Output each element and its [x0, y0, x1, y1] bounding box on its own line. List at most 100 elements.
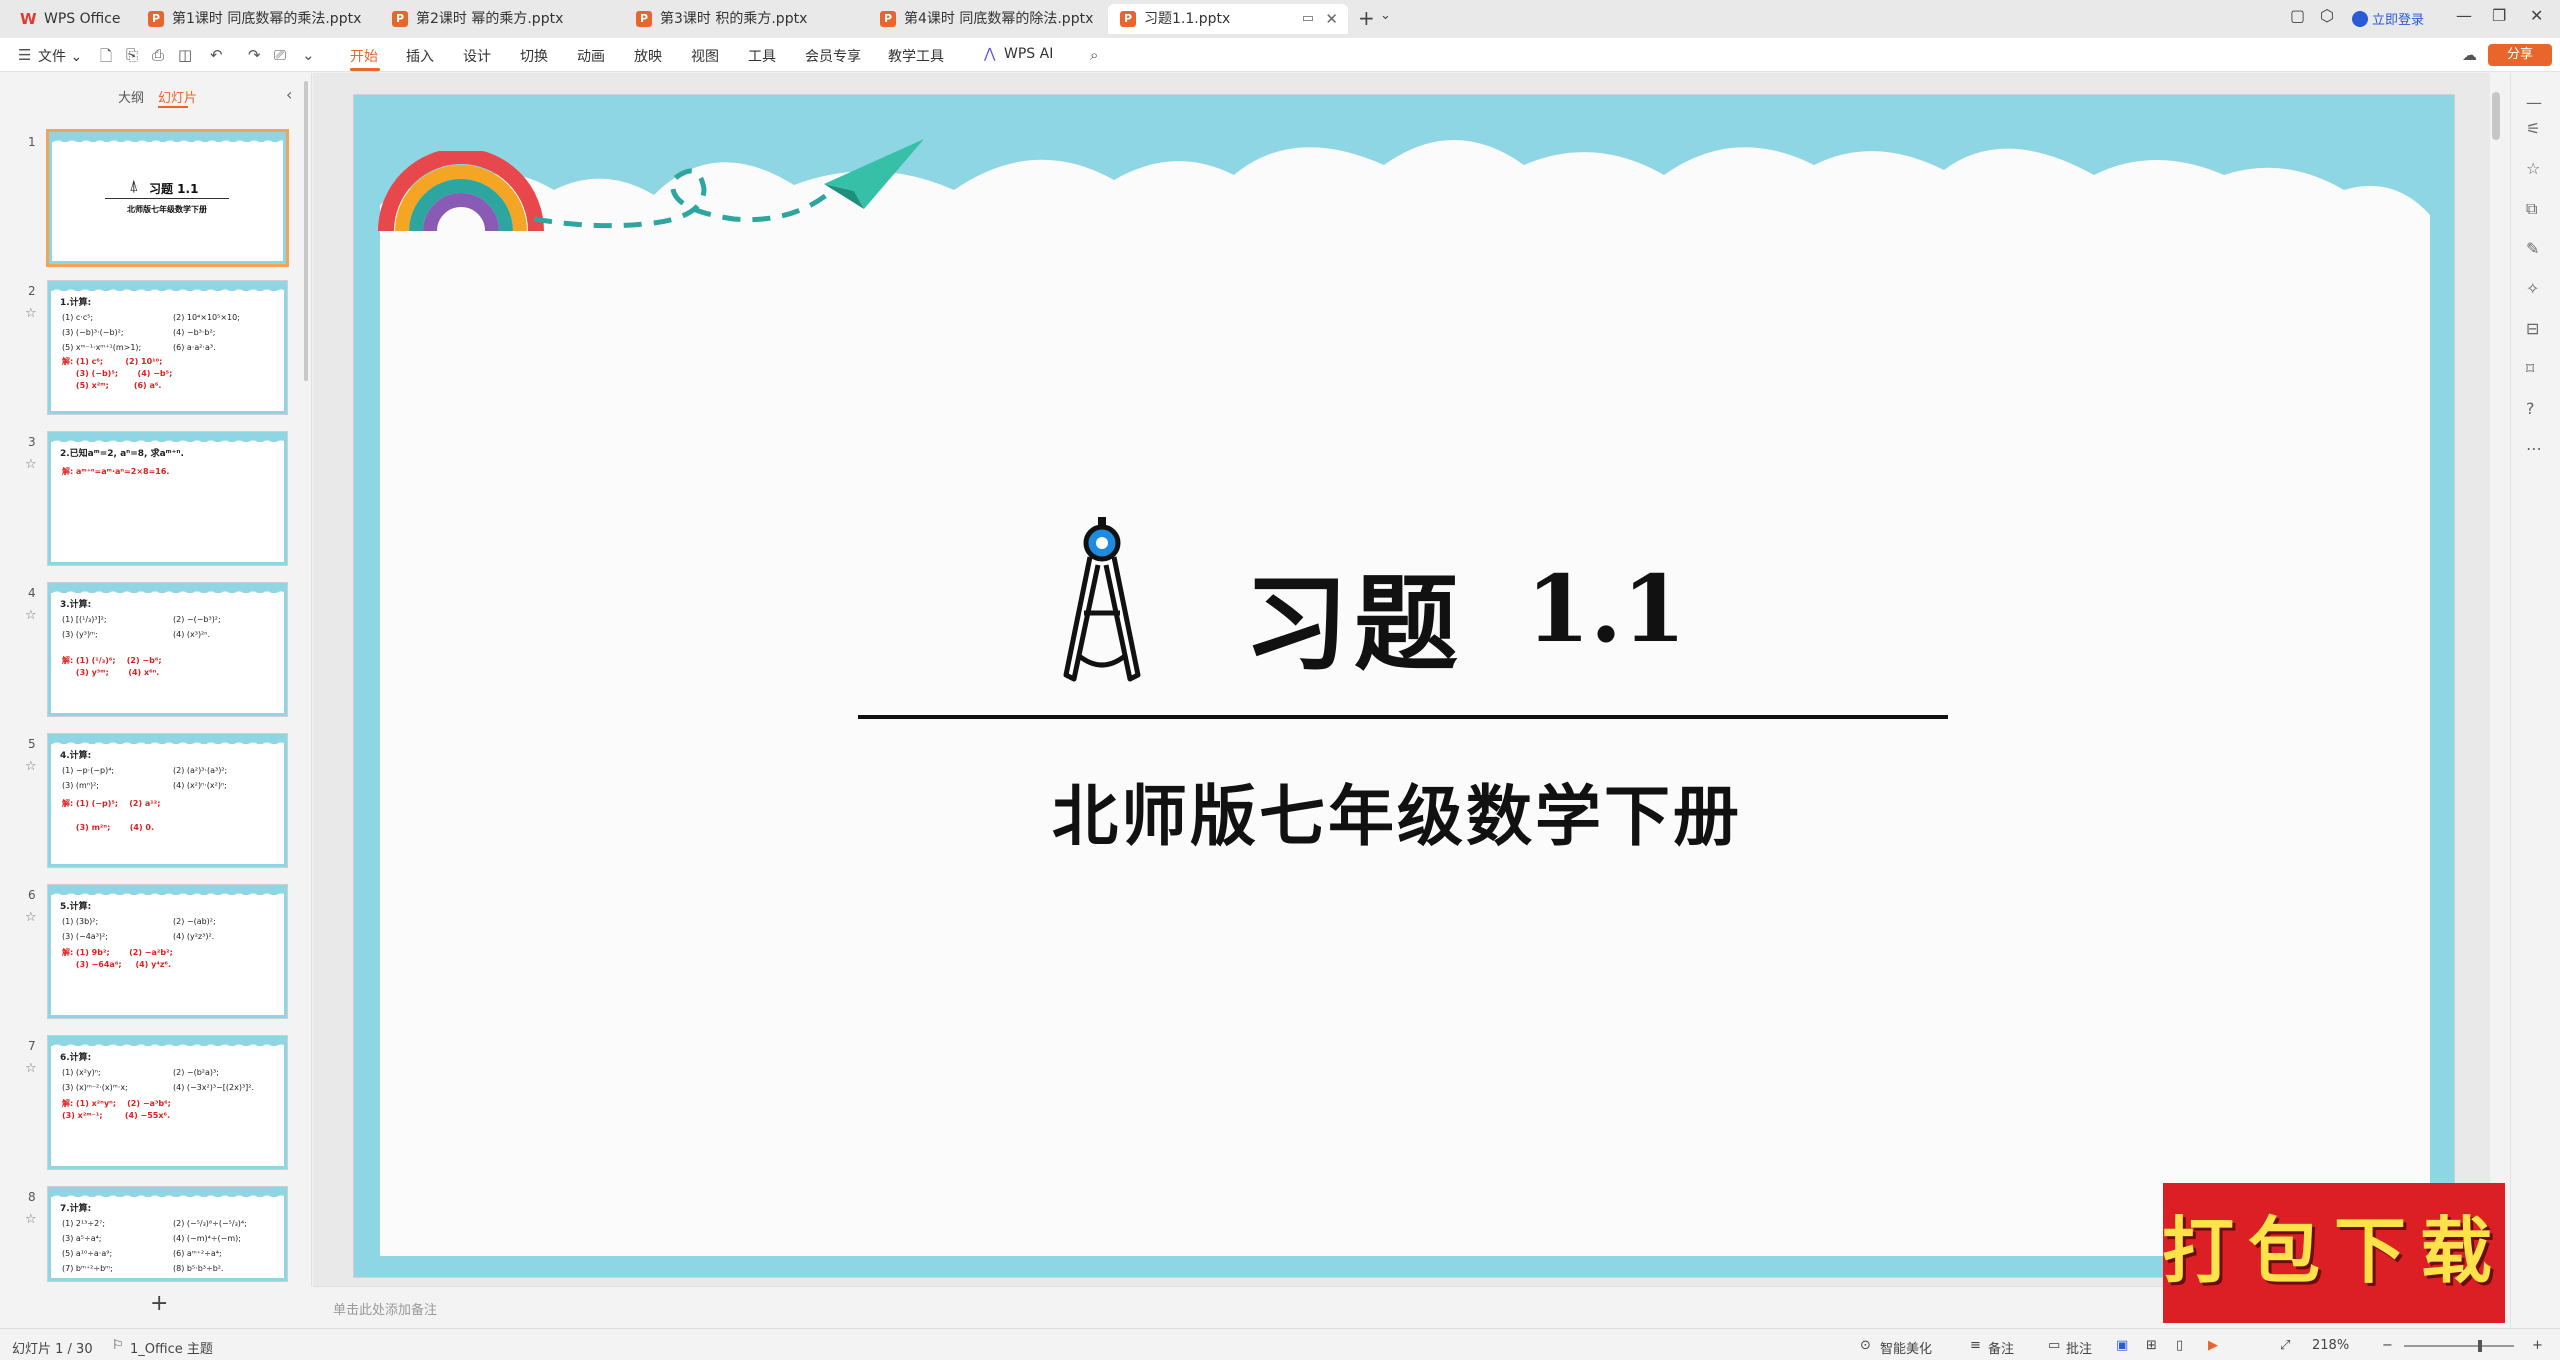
menu-teaching-tools[interactable]: 教学工具 — [888, 46, 944, 66]
bookmark-icon[interactable]: ⌑ — [2526, 359, 2534, 378]
thumb-number: 3 — [28, 435, 36, 449]
thumb-question: 4.计算: — [60, 751, 92, 761]
tab-outline[interactable]: 大纲 — [118, 87, 144, 106]
close-tab-icon[interactable]: ✕ — [1325, 4, 1338, 34]
magic-icon[interactable]: ✧ — [2526, 279, 2539, 298]
slide-canvas[interactable]: 习题 1.1 北师版七年级数学下册 — [353, 94, 2455, 1278]
slide-thumbnail-4[interactable]: 3.计算: (1) [(¹/₃)³]²; (3) (y³)ᵐ; (2) −(−b… — [47, 582, 288, 717]
search-icon[interactable]: ⌕ — [1090, 46, 1098, 64]
print-icon[interactable]: ⎙ — [152, 46, 164, 64]
slide-thumbnail-3[interactable]: 2.已知aᵐ=2, aⁿ=8, 求aᵐ⁺ⁿ. 解: aᵐ⁺ⁿ=aᵐ·aⁿ=2×8… — [47, 431, 288, 566]
tab-document[interactable]: P 第3课时 积的乘方.pptx — [624, 4, 834, 34]
tab-document-active[interactable]: P 习题1.1.pptx ▭ ✕ — [1108, 4, 1348, 34]
thumb-number: 4 — [28, 586, 36, 600]
format-painter-icon[interactable]: ⎚ — [274, 46, 286, 64]
chevron-down-icon[interactable]: ⌄ — [1380, 8, 1391, 23]
menu-member[interactable]: 会员专享 — [805, 46, 861, 66]
tab-document[interactable]: P 第1课时 同底数幂的乘法.pptx — [136, 4, 376, 34]
share-button[interactable]: 分享 — [2488, 44, 2552, 66]
thumb-question: 2.已知aᵐ=2, aⁿ=8, 求aᵐ⁺ⁿ. — [60, 449, 184, 459]
cube-icon[interactable]: ⬡ — [2320, 6, 2334, 25]
slide-thumbnail-6[interactable]: 5.计算: (1) (3b)²; (3) (−4a³)²; (2) −(ab)²… — [47, 884, 288, 1019]
minimize-icon[interactable]: — — [2456, 6, 2472, 25]
menu-view[interactable]: 视图 — [691, 46, 719, 66]
menu-tools[interactable]: 工具 — [748, 46, 776, 66]
more-quick-icon[interactable]: ⌄ — [302, 46, 315, 64]
preview-icon[interactable]: ◫ — [178, 46, 192, 64]
redo-icon[interactable]: ↷ — [248, 46, 261, 64]
theme-name[interactable]: 1_Office 主题 — [130, 1338, 213, 1357]
restore-icon[interactable]: ❐ — [2492, 6, 2506, 25]
canvas-scrollbar[interactable] — [2492, 92, 2500, 140]
zoom-in-icon[interactable]: + — [2532, 1338, 2543, 1353]
undo-icon[interactable]: ↶ — [210, 46, 223, 64]
play-icon[interactable]: ▶ — [2208, 1338, 2218, 1353]
menu-slideshow[interactable]: 放映 — [634, 46, 662, 66]
notes-button[interactable]: 备注 — [1988, 1338, 2014, 1357]
adjust-icon[interactable]: ⚟ — [2526, 119, 2540, 138]
slide-thumbnail-5[interactable]: 4.计算: (1) −p·(−p)⁴; (3) (mⁿ)²; (2) (a²)³… — [47, 733, 288, 868]
new-tab-icon[interactable]: + — [1358, 6, 1375, 30]
star-icon[interactable]: ☆ — [25, 306, 37, 321]
slide-thumbnail-8[interactable]: 7.计算: (1) 2¹³÷2⁷; (3) a⁵÷a⁴; (5) a¹⁰÷a·a… — [47, 1186, 288, 1282]
thumb-answer: 解: (1) x²ⁿyⁿ; (2) −a³b⁶; (3) x²ᵐ⁻¹; (4) … — [62, 1099, 171, 1120]
thumb-number: 1 — [28, 135, 36, 149]
slide-subtitle: 北师版七年级数学下册 — [1052, 778, 1742, 855]
star-icon[interactable]: ☆ — [25, 608, 37, 623]
copy-icon[interactable]: ⧉ — [2526, 199, 2537, 219]
book-icon[interactable]: ⊟ — [2526, 319, 2539, 338]
panel-scrollbar[interactable] — [304, 81, 308, 381]
slide-content-area — [380, 223, 2430, 1256]
cloud-icon[interactable]: ☁ — [2462, 46, 2477, 64]
add-slide-button[interactable]: + — [150, 1291, 168, 1316]
download-badge[interactable]: 打包下载 — [2160, 1172, 2508, 1326]
fit-icon[interactable]: ⤢ — [2280, 1338, 2290, 1353]
star-icon[interactable]: ☆ — [2526, 159, 2540, 178]
slide-thumbnail-2[interactable]: 1.计算: (1) c·c⁵; (3) (−b)³·(−b)²; (5) xᵐ⁻… — [47, 280, 288, 415]
reading-view-icon[interactable]: ▯ — [2176, 1338, 2183, 1353]
window-layout-icon[interactable]: ▢ — [2290, 6, 2305, 25]
zoom-out-icon[interactable]: − — [2382, 1338, 2393, 1353]
tab-wps-home[interactable]: W WPS Office — [8, 4, 136, 34]
more-icon[interactable]: ⋯ — [2526, 439, 2542, 458]
comments-button[interactable]: 批注 — [2066, 1338, 2092, 1357]
collapse-panel-icon[interactable]: ‹ — [286, 85, 292, 104]
menu-insert[interactable]: 插入 — [406, 46, 434, 66]
menu-wps-ai[interactable]: WPS AI — [1004, 46, 1053, 62]
zoom-slider-knob[interactable] — [2478, 1340, 2482, 1352]
zoom-slider[interactable] — [2404, 1345, 2514, 1347]
grid-view-icon[interactable]: ⊞ — [2146, 1338, 2157, 1353]
slide-thumbnail-7[interactable]: 6.计算: (1) (x²y)ⁿ; (3) (x)ᵐ⁻²·(x)ᵐ·x; (2)… — [47, 1035, 288, 1170]
close-window-icon[interactable]: ✕ — [2530, 6, 2543, 25]
tab-document[interactable]: P 第2课时 幂的乘方.pptx — [380, 4, 620, 34]
star-icon[interactable]: ☆ — [25, 759, 37, 774]
save-icon[interactable]: 🗋 — [100, 46, 112, 71]
star-icon[interactable]: ☆ — [25, 457, 37, 472]
zoom-level[interactable]: 218% — [2312, 1338, 2349, 1353]
star-icon[interactable]: ☆ — [25, 1061, 37, 1076]
menu-transition[interactable]: 切换 — [520, 46, 548, 66]
monitor-icon[interactable]: ▭ — [1302, 4, 1314, 34]
login-button[interactable]: 立即登录 — [2352, 9, 2424, 28]
help-icon[interactable]: ? — [2526, 399, 2535, 418]
star-icon[interactable]: ☆ — [25, 1212, 37, 1227]
slide-thumbnail-1[interactable]: ⍋ 习题 1.1 北师版七年级数学下册 — [46, 129, 289, 267]
link-icon[interactable]: ⎘ — [126, 46, 138, 64]
thumb-number: 7 — [28, 1039, 36, 1053]
thumb-answer: 解: (1) (−p)⁵; (2) a¹²; (3) m²ⁿ; (4) 0. — [62, 799, 161, 832]
tab-slides[interactable]: 幻灯片 — [158, 87, 197, 106]
menu-start[interactable]: 开始 — [350, 46, 378, 66]
minus-icon[interactable]: — — [2526, 93, 2542, 112]
compass-icon — [1063, 517, 1141, 682]
edit-icon[interactable]: ✎ — [2526, 239, 2539, 258]
thumb-rule — [105, 198, 229, 199]
normal-view-icon[interactable]: ▣ — [2116, 1338, 2128, 1353]
star-icon[interactable]: ☆ — [25, 910, 37, 925]
smart-beautify-button[interactable]: 智能美化 — [1880, 1338, 1932, 1357]
tab-document[interactable]: P 第4课时 同底数幂的除法.pptx — [868, 4, 1108, 34]
menu-file[interactable]: 文件 ⌄ — [38, 46, 82, 66]
hamburger-icon[interactable]: ☰ — [18, 46, 31, 64]
menu-animation[interactable]: 动画 — [577, 46, 605, 66]
notes-icon: ≡ — [1970, 1338, 1981, 1353]
menu-design[interactable]: 设计 — [463, 46, 491, 66]
